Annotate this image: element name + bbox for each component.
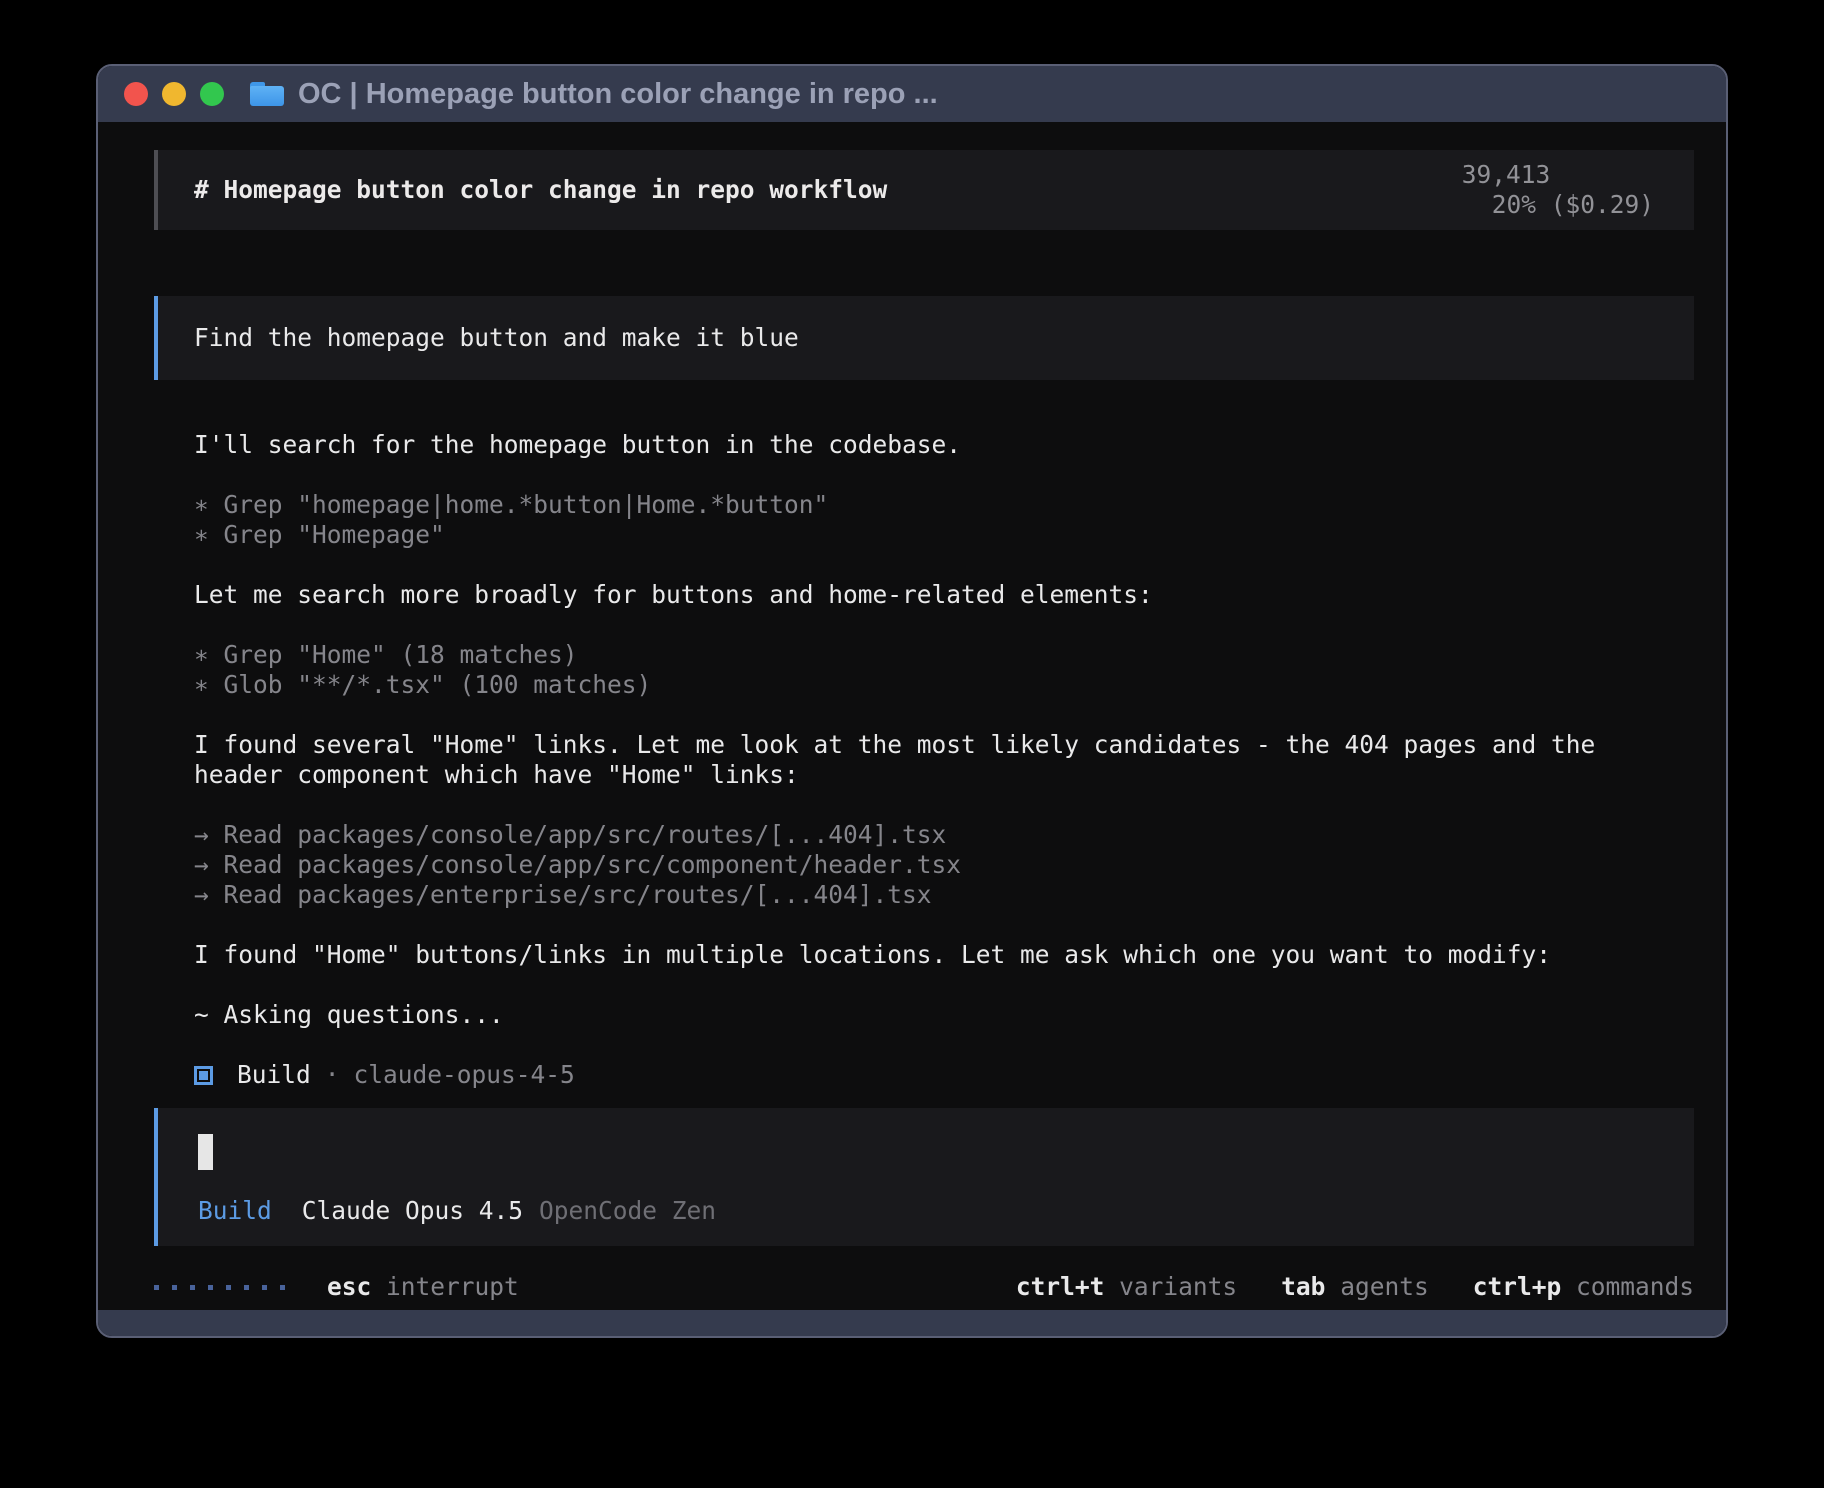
prompt-input[interactable]: Build Claude Opus 4.5 OpenCode Zen: [154, 1108, 1694, 1246]
commands-label: commands: [1576, 1272, 1694, 1301]
esc-label: [371, 1272, 386, 1301]
tool-call-glob: ∗ Glob "**/*.tsx" (100 matches): [154, 670, 1694, 700]
session-stats: 39,413 20% ($0.29): [1344, 130, 1654, 250]
zoom-button[interactable]: [200, 82, 224, 106]
assistant-text: I found "Home" buttons/links in multiple…: [154, 940, 1694, 970]
input-model-label: Claude Opus 4.5: [302, 1196, 523, 1226]
assistant-text: I'll search for the homepage button in t…: [154, 430, 1694, 460]
session-title: # Homepage button color change in repo w…: [194, 175, 887, 205]
agent-name: Build: [237, 1060, 311, 1090]
user-message-text: Find the homepage button and make it blu…: [194, 323, 799, 353]
tool-call-grep: ∗ Grep "Home" (18 matches): [154, 640, 1694, 670]
terminal-content: # Homepage button color change in repo w…: [98, 122, 1726, 1310]
assistant-text: Let me search more broadly for buttons a…: [154, 580, 1694, 610]
folder-icon: [250, 82, 284, 106]
input-provider-label: OpenCode Zen: [539, 1196, 716, 1226]
hint-commands: ctrl+p commands: [1473, 1272, 1694, 1302]
tool-call-read: → Read packages/console/app/src/routes/[…: [154, 820, 1694, 850]
agent-status-row: Build · claude-opus-4-5: [154, 1060, 1694, 1090]
ctrl-t-key: ctrl+t: [1016, 1272, 1105, 1301]
titlebar: OC | Homepage button color change in rep…: [98, 66, 1726, 122]
tool-call-grep: ∗ Grep "Homepage": [154, 520, 1694, 550]
hint-agents: tab agents: [1281, 1272, 1429, 1302]
conversation: I'll search for the homepage button in t…: [154, 430, 1694, 1090]
hint-interrupt: esc interrupt: [327, 1272, 519, 1302]
variants-label: variants: [1119, 1272, 1237, 1301]
session-header: # Homepage button color change in repo w…: [154, 150, 1694, 230]
user-message: Find the homepage button and make it blu…: [154, 296, 1694, 380]
tool-call-grep: ∗ Grep "homepage|home.*button|Home.*butt…: [154, 490, 1694, 520]
token-count: 39,413: [1462, 160, 1551, 189]
terminal-window: OC | Homepage button color change in rep…: [96, 64, 1728, 1338]
tool-call-group: ∗ Grep "homepage|home.*button|Home.*butt…: [154, 490, 1694, 550]
input-status-row: Build Claude Opus 4.5 OpenCode Zen: [198, 1196, 1654, 1226]
esc-key: esc: [327, 1272, 371, 1301]
window-bottom-strip: [98, 1310, 1726, 1336]
build-agent-icon: [194, 1066, 213, 1085]
ctrl-p-key: ctrl+p: [1473, 1272, 1562, 1301]
hint-variants: ctrl+t variants: [1016, 1272, 1237, 1302]
tab-key: tab: [1281, 1272, 1325, 1301]
progress-dots: [154, 1285, 285, 1290]
interrupt-label: interrupt: [386, 1272, 519, 1301]
tool-call-group: → Read packages/console/app/src/routes/[…: [154, 820, 1694, 910]
text-cursor: [198, 1134, 213, 1170]
status-separator: ·: [325, 1060, 340, 1090]
traffic-lights: [124, 82, 224, 106]
tool-call-group: ∗ Grep "Home" (18 matches) ∗ Glob "**/*.…: [154, 640, 1694, 700]
window-title: OC | Homepage button color change in rep…: [298, 78, 938, 111]
minimize-button[interactable]: [162, 82, 186, 106]
close-button[interactable]: [124, 82, 148, 106]
context-usage: 20% ($0.29): [1492, 190, 1654, 219]
tool-call-read: → Read packages/console/app/src/componen…: [154, 850, 1694, 880]
asking-questions-status: ~ Asking questions...: [154, 1000, 1694, 1030]
agents-label: agents: [1340, 1272, 1429, 1301]
tool-call-read: → Read packages/enterprise/src/routes/[.…: [154, 880, 1694, 910]
assistant-text: I found several "Home" links. Let me loo…: [154, 730, 1694, 790]
agent-model: claude-opus-4-5: [354, 1060, 575, 1090]
input-agent-label: Build: [198, 1196, 272, 1226]
status-bar: esc interrupt ctrl+t variants tab agents…: [154, 1272, 1694, 1302]
